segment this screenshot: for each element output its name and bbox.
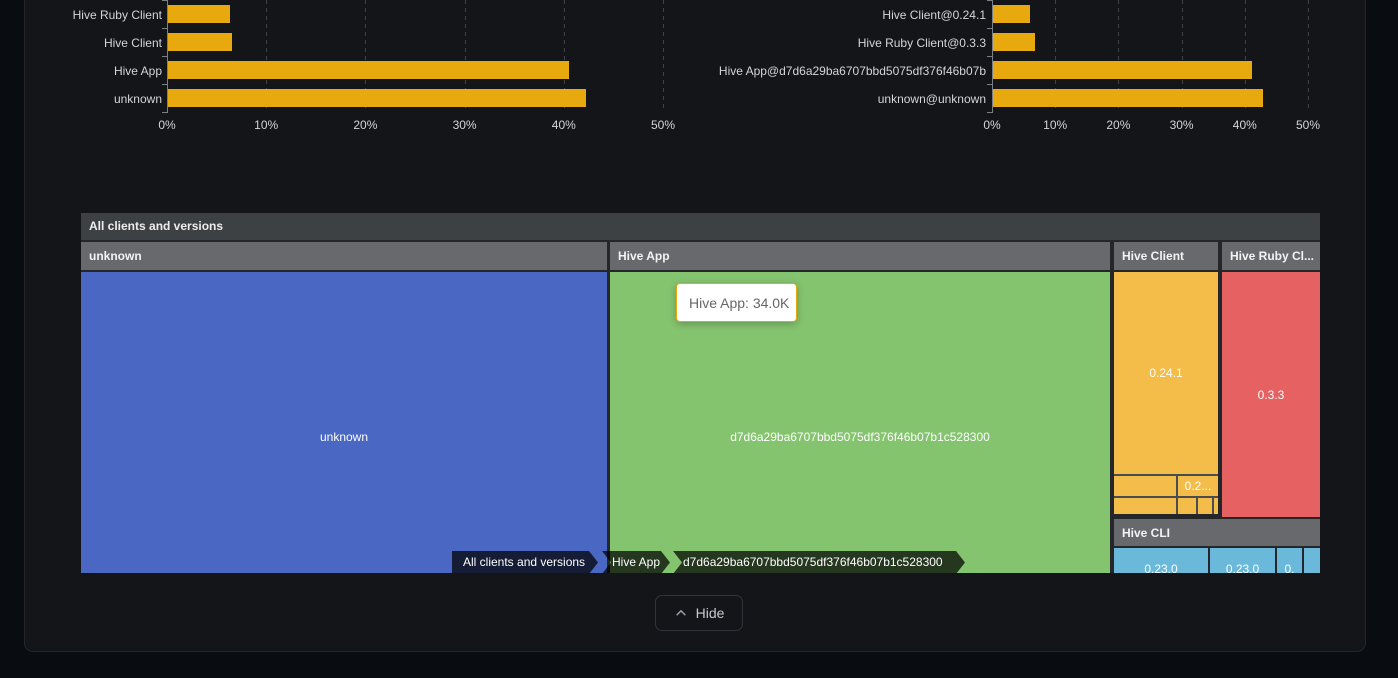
category-label: unknown@unknown bbox=[620, 88, 986, 110]
x-tick-label: 0% bbox=[967, 118, 1017, 132]
axis-tick bbox=[987, 56, 992, 57]
treemap-group-header-unknown[interactable]: unknown bbox=[81, 242, 607, 270]
treemap-tile-hive-client-5[interactable] bbox=[1198, 498, 1212, 514]
tooltip-text: Hive App: 34.0K bbox=[689, 295, 789, 311]
x-tick-label: 30% bbox=[1157, 118, 1207, 132]
treemap-tile-hive-client-3[interactable] bbox=[1114, 498, 1176, 514]
category-label: Hive App@d7d6a29ba6707bbd5075df376f46b07… bbox=[620, 60, 986, 82]
breadcrumb-item-version-hash[interactable]: d7d6a29ba6707bbd5075df376f46b07b1c528300 bbox=[673, 551, 965, 573]
gridline bbox=[1308, 0, 1309, 112]
breadcrumb-item-root[interactable]: All clients and versions bbox=[452, 551, 598, 573]
treemap-group-header-hive-app[interactable]: Hive App bbox=[610, 242, 1110, 270]
treemap-group-header-hive-cli[interactable]: Hive CLI bbox=[1114, 519, 1320, 546]
treemap-tile-hive-cli-0-[interactable]: 0. bbox=[1277, 548, 1302, 573]
bar-hive-app-d7d6a29ba6707bbd5075df376f46b07b[interactable] bbox=[993, 61, 1252, 79]
treemap-group-header-hive-ruby-cl-[interactable]: Hive Ruby Cl... bbox=[1222, 242, 1320, 270]
bar-unknown-unknown[interactable] bbox=[993, 89, 1263, 107]
x-tick-label: 10% bbox=[1030, 118, 1080, 132]
treemap-group-header-hive-client[interactable]: Hive Client bbox=[1114, 242, 1218, 270]
x-tick-label: 50% bbox=[1283, 118, 1333, 132]
treemap-tile-hive-client-1[interactable] bbox=[1114, 476, 1176, 496]
axis-tick bbox=[987, 84, 992, 85]
x-tick-label: 20% bbox=[1093, 118, 1143, 132]
tooltip: Hive App: 34.0K bbox=[676, 283, 797, 322]
axis-tick bbox=[987, 0, 992, 1]
chevron-up-icon bbox=[674, 606, 688, 620]
treemap-tile-hive-cli-3[interactable] bbox=[1304, 548, 1320, 573]
treemap-title: All clients and versions bbox=[81, 213, 1320, 240]
treemap-tile-hive-ruby-cl--0-3-3[interactable]: 0.3.3 bbox=[1222, 272, 1320, 517]
treemap-tile-hive-client-6[interactable] bbox=[1214, 498, 1218, 514]
treemap-tile-hive-client-0-2-[interactable]: 0.2... bbox=[1178, 476, 1218, 496]
treemap-tile-unknown-unknown[interactable]: unknown bbox=[81, 272, 607, 573]
category-label: Hive Ruby Client@0.3.3 bbox=[620, 32, 986, 54]
x-tick-label: 40% bbox=[1220, 118, 1270, 132]
bar-hive-ruby-client-0-3-3[interactable] bbox=[993, 33, 1035, 51]
treemap-tile-hive-client-0-24-1[interactable]: 0.24.1 bbox=[1114, 272, 1218, 474]
treemap-tile-hive-client-4[interactable] bbox=[1178, 498, 1196, 514]
hide-button[interactable]: Hide bbox=[655, 595, 743, 631]
treemap-tile-hive-cli-0-23-0[interactable]: 0.23.0 bbox=[1114, 548, 1208, 573]
axis-tick bbox=[987, 112, 992, 113]
hide-button-label: Hide bbox=[696, 605, 725, 621]
treemap-tile-hive-cli-0-23-0[interactable]: 0.23.0 bbox=[1210, 548, 1275, 573]
category-label: Hive Client@0.24.1 bbox=[620, 4, 986, 26]
axis-tick bbox=[987, 28, 992, 29]
bar-hive-client-0-24-1[interactable] bbox=[993, 5, 1030, 23]
breadcrumb-item-hive-app[interactable]: Hive App bbox=[602, 551, 670, 573]
clients-versions-treemap: All clients and versions unknownunknownH… bbox=[81, 213, 1320, 573]
